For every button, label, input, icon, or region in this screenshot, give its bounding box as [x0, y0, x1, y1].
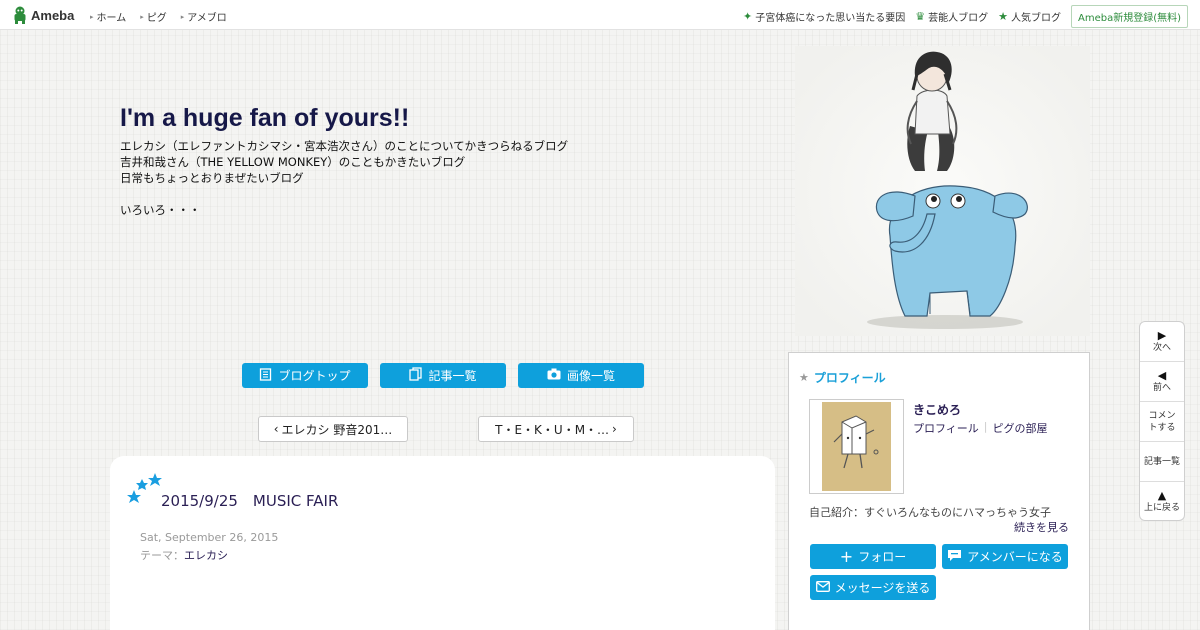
plus-icon: + — [839, 546, 854, 566]
global-header: Ameba ▸ ホーム ▸ ピグ ▸ アメブロ ✦ 子宮体癌になった思い当たる要因 ♛ 芸… — [0, 0, 1200, 30]
header-right-links: ✦ 子宮体癌になった思い当たる要因 ♛ 芸能人ブログ ★ 人気ブログ Ameba新規登… — [743, 5, 1188, 28]
send-message-button[interactable]: メッセージを送る — [810, 575, 936, 600]
register-button[interactable]: Ameba新規登録(無料) — [1070, 5, 1188, 28]
pigg-room-link[interactable]: ピグの部屋 — [993, 420, 1048, 436]
profile-widget: ★ プロフィール きこめろ プロフィール | ピグの部屋 自己紹介：すぐいろんな… — [788, 352, 1090, 630]
amember-button[interactable]: アメンバーになる — [942, 544, 1068, 569]
entry-list-float-label: 記事一覧 — [1143, 456, 1180, 467]
profile-heading: ★ プロフィール — [799, 369, 886, 386]
nav-ameblo[interactable]: ▸ アメブロ — [180, 9, 227, 25]
chevron-left-icon: ‹ — [273, 422, 279, 436]
profile-link[interactable]: プロフィール — [913, 420, 979, 436]
star-icon: ★ — [998, 10, 1008, 23]
next-page-button[interactable]: ▶ 次へ — [1140, 322, 1184, 362]
camera-icon — [547, 368, 561, 383]
blog-description-line: 吉井和哉さん（THE YELLOW MONKEY）のこともかきたいブログ — [120, 155, 466, 169]
blog-description-line: エレカシ（エレファントカシマシ・宮本浩次さん）のことについてかきつらねるブログ — [120, 139, 569, 153]
celebrity-blog-link[interactable]: ♛ 芸能人ブログ — [915, 9, 988, 24]
profile-intro: 自己紹介：すぐいろんなものにハマっちゃう女子 — [809, 506, 1051, 519]
celebrity-blog-label: 芸能人ブログ — [928, 13, 989, 24]
chevron-right-icon: › — [612, 422, 617, 436]
floating-nav: ▶ 次へ ◀ 前へ コメントする 記事一覧 ▲ 上に戻る — [1139, 321, 1185, 521]
crown-icon: ♛ — [915, 10, 926, 23]
next-entry-label: T・E・K・U・M・… — [495, 422, 610, 437]
ameba-logo-text: Ameba — [31, 7, 75, 23]
entry-theme-link[interactable]: エレカシ — [184, 549, 228, 562]
send-message-label: メッセージを送る — [834, 581, 931, 595]
prev-page-button[interactable]: ◀ 前へ — [1140, 362, 1184, 402]
chat-bubble-icon — [947, 549, 962, 565]
triangle-left-icon: ◀ — [1157, 368, 1167, 382]
entry-theme-label: テーマ： — [140, 549, 184, 562]
avatar-image — [822, 402, 891, 491]
caret-right-icon: ▸ — [140, 12, 144, 21]
separator: | — [983, 420, 988, 433]
avatar[interactable] — [809, 399, 904, 494]
follow-label: フォロー — [858, 550, 907, 564]
entry-list-button[interactable]: 記事一覧 — [380, 363, 506, 388]
blog-top-button[interactable]: ブログトップ — [242, 363, 368, 388]
entry-list-float-button[interactable]: 記事一覧 — [1140, 442, 1184, 482]
ameba-logo-icon — [12, 6, 28, 24]
sparkle-icon: ✦ — [743, 10, 753, 23]
ameba-logo[interactable]: Ameba — [12, 6, 74, 24]
blog-title[interactable]: I'm a huge fan of yours!! — [120, 104, 409, 133]
next-page-label: 次へ — [1152, 342, 1171, 353]
entry-list-label: 記事一覧 — [428, 369, 477, 383]
prev-entry-label: エレカシ 野音201… — [281, 422, 393, 437]
caret-right-icon: ▸ — [180, 12, 185, 21]
star-icon: ★ — [799, 371, 809, 384]
comment-label: コメントする — [1148, 410, 1176, 433]
read-more-link[interactable]: 続きを見る — [1014, 519, 1069, 535]
nav-home-label: ホーム — [96, 13, 127, 24]
entry-title[interactable]: 2015/9/25 MUSIC FAIR — [161, 490, 338, 511]
document-icon — [259, 367, 272, 384]
blog-description-extra: いろいろ・・・ — [120, 203, 201, 217]
profile-name[interactable]: きこめろ — [913, 401, 961, 418]
blog-top-label: ブログトップ — [278, 369, 351, 383]
triangle-right-icon: ▶ — [1157, 328, 1167, 342]
popular-blog-link[interactable]: ★ 人気ブログ — [998, 9, 1061, 24]
prev-page-label: 前へ — [1152, 382, 1171, 393]
prev-entry-link[interactable]: ‹ エレカシ 野音201… — [258, 416, 408, 442]
global-nav: ▸ ホーム ▸ ピグ ▸ アメブロ — [90, 9, 227, 25]
amember-label: アメンバーになる — [967, 550, 1063, 564]
triangle-up-icon: ▲ — [1157, 489, 1167, 502]
comment-button[interactable]: コメントする — [1140, 402, 1184, 442]
nav-pigg-label: ピグ — [146, 13, 167, 24]
nav-ameblo-label: アメブロ — [187, 13, 227, 24]
envelope-icon — [815, 580, 830, 595]
blog-description-line: 日常もちょっとおりまぜたいブログ — [120, 171, 304, 185]
popular-blog-label: 人気ブログ — [1010, 13, 1061, 24]
entry-date: Sat, September 26, 2015 — [140, 531, 279, 544]
profile-links: プロフィール | ピグの部屋 — [913, 420, 1048, 436]
follow-button[interactable]: + フォロー — [810, 544, 936, 569]
next-entry-link[interactable]: T・E・K・U・M・… › — [478, 416, 634, 442]
copy-icon — [409, 367, 423, 384]
back-to-top-button[interactable]: ▲ 上に戻る — [1140, 482, 1184, 520]
blog-description: エレカシ（エレファントカシマシ・宮本浩次さん）のことについてかきつらねるブログ … — [120, 138, 568, 218]
nav-home[interactable]: ▸ ホーム — [90, 9, 127, 25]
profile-heading-label: プロフィール — [813, 371, 886, 385]
article-card: 2015/9/25 MUSIC FAIR Sat, September 26, … — [110, 456, 775, 630]
image-list-label: 画像一覧 — [566, 369, 615, 383]
header-illustration — [795, 46, 1090, 336]
nav-pigg[interactable]: ▸ ピグ — [140, 9, 167, 25]
trending-topic-link[interactable]: ✦ 子宮体癌になった思い当たる要因 — [743, 9, 905, 24]
image-list-button[interactable]: 画像一覧 — [518, 363, 644, 388]
caret-right-icon: ▸ — [90, 12, 94, 21]
back-to-top-label: 上に戻る — [1143, 503, 1180, 513]
stars-icon — [127, 473, 162, 503]
trending-topic-label: 子宮体癌になった思い当たる要因 — [755, 13, 906, 24]
entry-theme: テーマ：エレカシ — [140, 547, 228, 563]
